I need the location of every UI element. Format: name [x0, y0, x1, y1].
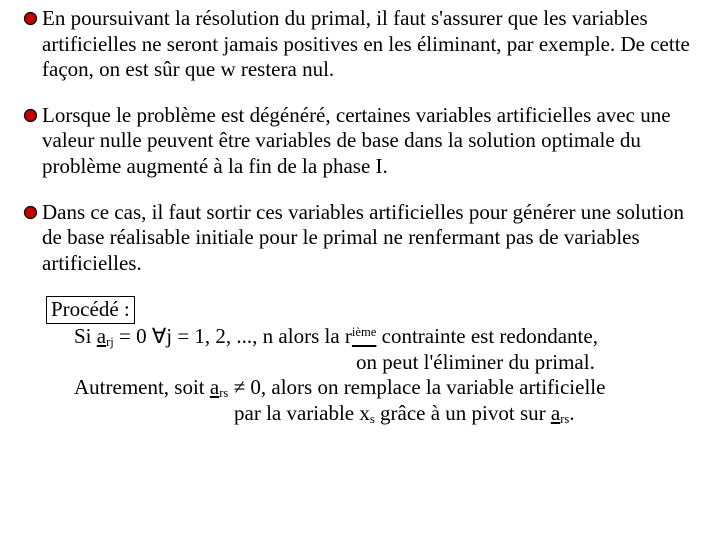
procedure-block: Procédé : Si arj = 0 ∀j = 1, 2, ..., n a…	[46, 296, 702, 426]
page-content: En poursuivant la résolution du primal, …	[0, 0, 720, 427]
t: a	[551, 401, 560, 425]
r-ieme: ième	[352, 324, 376, 348]
bullet-icon	[18, 200, 42, 220]
bullet-text-2: Lorsque le problème est dégénéré, certai…	[42, 103, 702, 180]
t: .	[569, 401, 574, 425]
t: Si	[74, 324, 97, 348]
bullet-text-1: En poursuivant la résolution du primal, …	[42, 6, 702, 83]
t: on peut l'éliminer du primal.	[356, 350, 595, 374]
procedure-line-4: par la variable xs grâce à un pivot sur …	[234, 401, 702, 427]
procedure-title: Procédé :	[46, 296, 135, 324]
procedure-line-1: Si arj = 0 ∀j = 1, 2, ..., n alors la ri…	[74, 324, 702, 350]
var-a-rj: arj	[97, 324, 114, 348]
var-a-rs-2: ars	[551, 401, 569, 425]
t: contrainte est redondante,	[376, 324, 598, 348]
t: = 0 ∀j = 1, 2, ..., n alors la r	[114, 324, 352, 348]
bullet-item-2: Lorsque le problème est dégénéré, certai…	[18, 103, 702, 180]
procedure-line-3: Autrement, soit ars ≠ 0, alors on rempla…	[74, 375, 702, 401]
bullet-text-3: Dans ce cas, il faut sortir ces variable…	[42, 200, 702, 277]
t: par la variable x	[234, 401, 370, 425]
t: ≠ 0, alors on remplace la variable artif…	[228, 375, 605, 399]
t: rs	[219, 386, 228, 400]
procedure-line-2: on peut l'éliminer du primal.	[356, 350, 702, 376]
procedure-title-line: Procédé :	[46, 296, 702, 324]
bullet-item-1: En poursuivant la résolution du primal, …	[18, 6, 702, 83]
bullet-icon	[18, 6, 42, 26]
bullet-item-3: Dans ce cas, il faut sortir ces variable…	[18, 200, 702, 277]
t: grâce à un pivot sur	[375, 401, 551, 425]
bullet-icon	[18, 103, 42, 123]
var-a-rs: ars	[210, 375, 228, 399]
t: rs	[560, 412, 569, 426]
t: rj	[106, 335, 114, 349]
t: a	[210, 375, 219, 399]
t: Autrement, soit	[74, 375, 210, 399]
t: a	[97, 324, 106, 348]
t: ième	[352, 325, 376, 339]
